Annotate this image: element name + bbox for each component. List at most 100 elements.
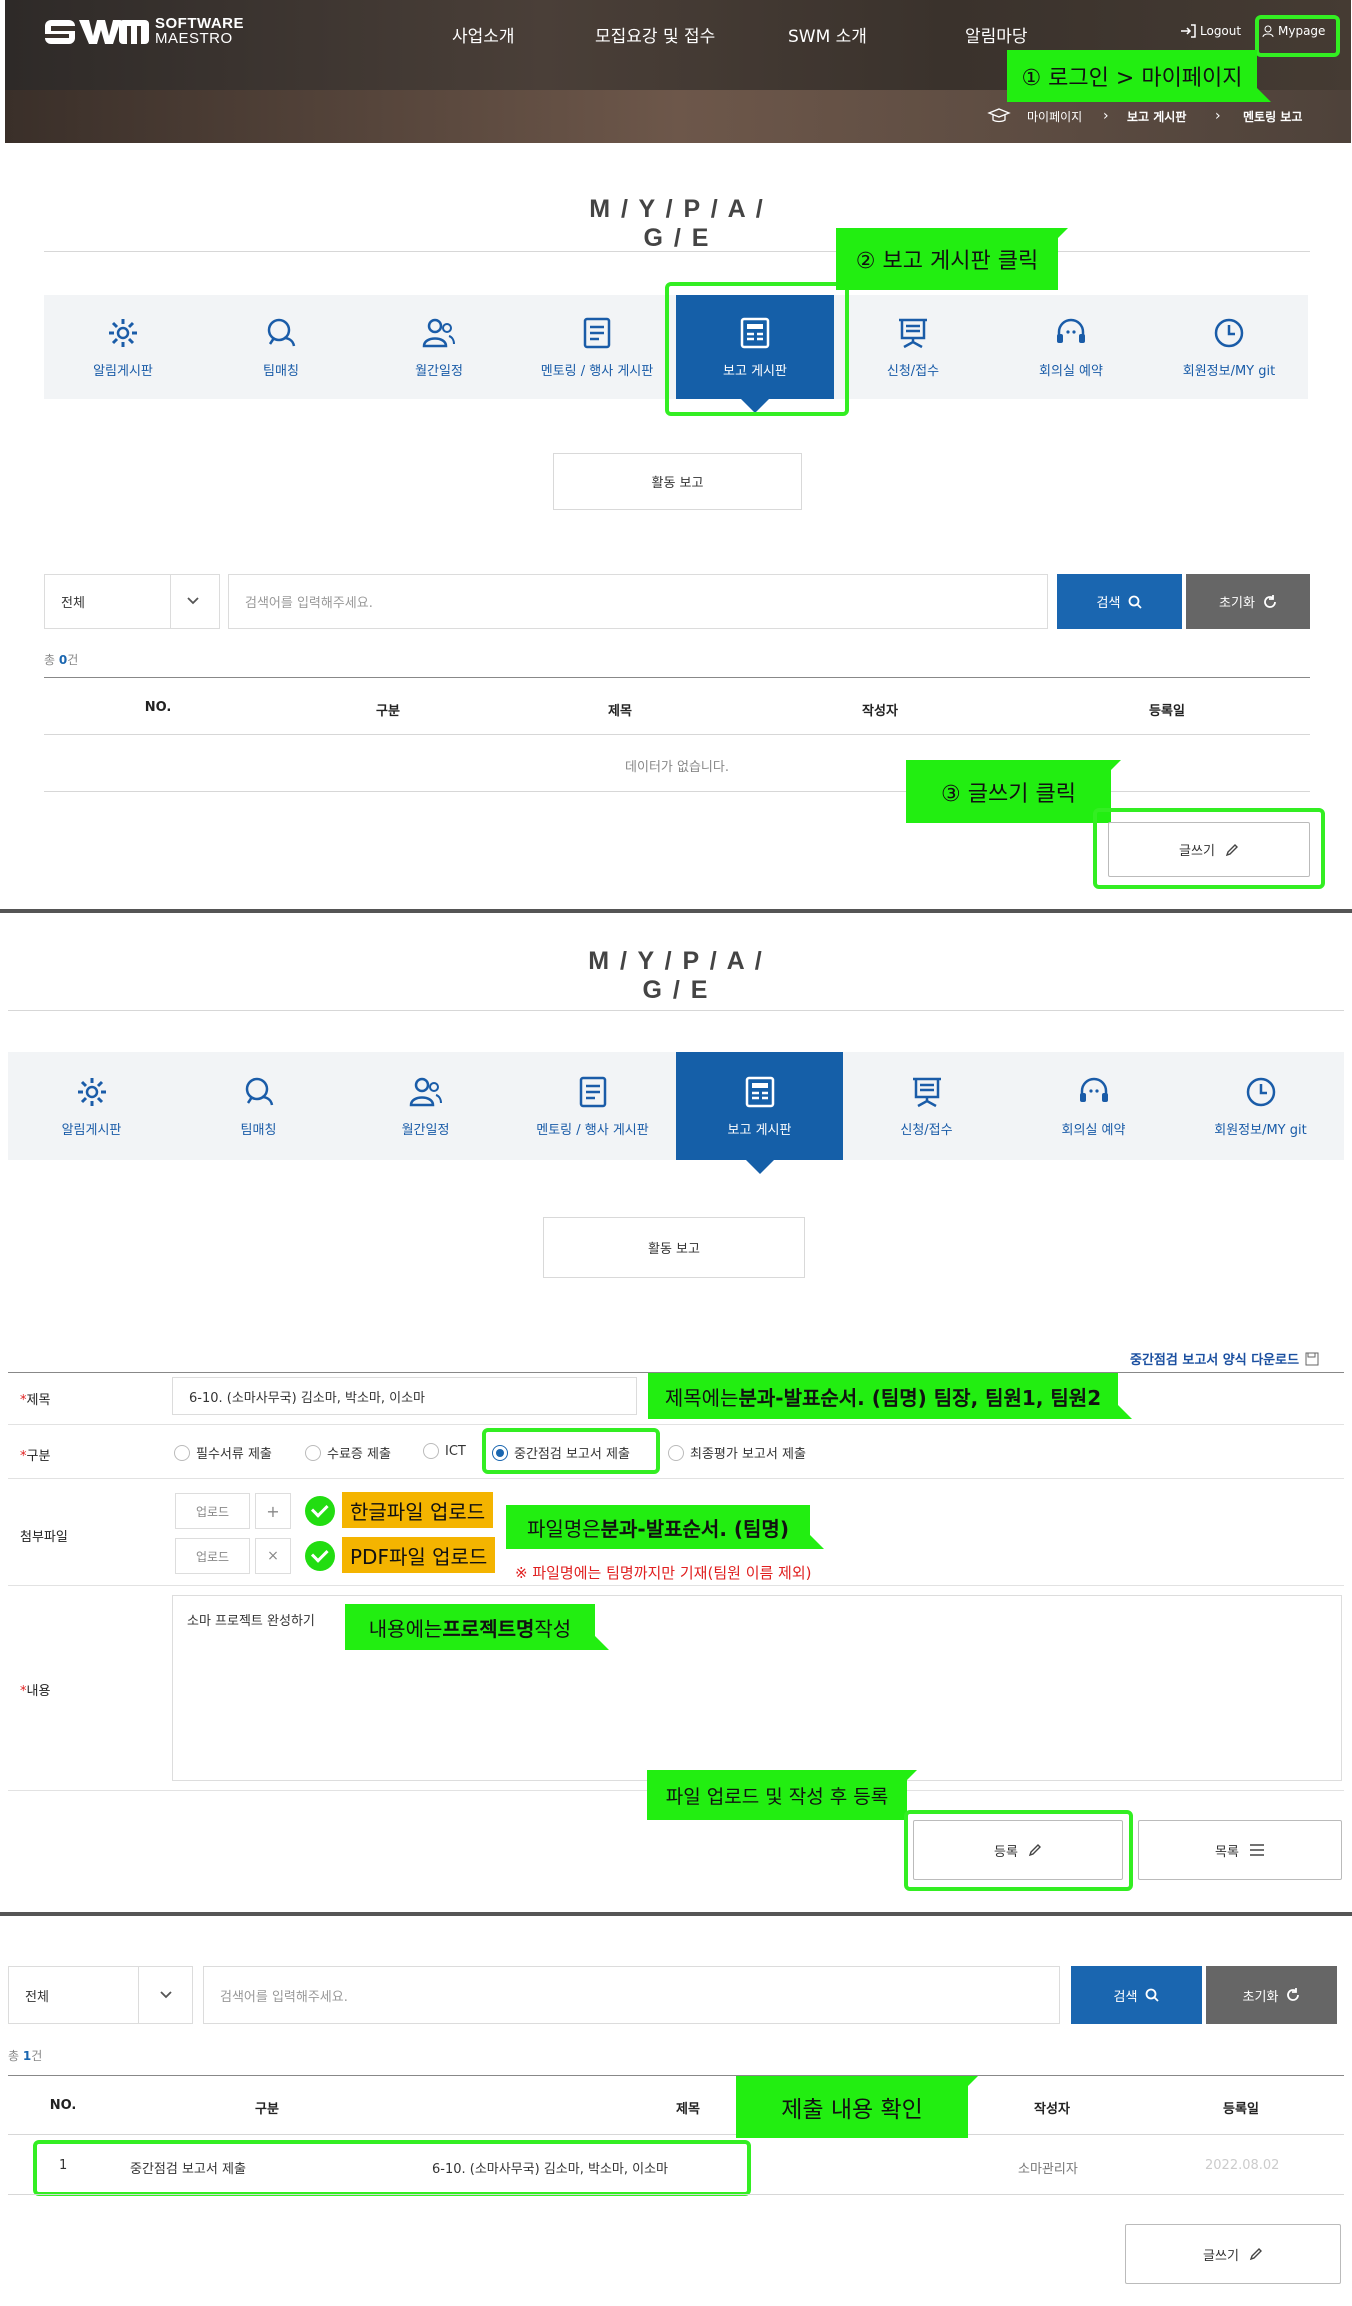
chevron-down-icon [187,597,199,605]
nav-notice[interactable]: 알림마당 [965,22,1028,47]
table1-bottom-border [44,791,1310,792]
graduation-cap-icon [987,108,1011,123]
tab-label: 월간일정 [401,1122,450,1138]
gear-icon [109,318,137,347]
category-select[interactable]: 전체 [8,1966,193,2024]
row-date: 2022.08.02 [1205,2158,1280,2173]
breadcrumb-report-board[interactable]: 보고 게시판 [1127,108,1186,125]
upload-button-2[interactable]: 업로드 [175,1538,250,1574]
category-select[interactable]: 전체 [44,574,220,629]
tab-mentoring-board[interactable]: 멘토링 / 행사 게시판 [518,295,676,399]
content-note-bold: 프로젝트명 [442,1616,535,1641]
tab-member-info[interactable]: 회원정보/MY git [1150,295,1308,399]
tab-member-info[interactable]: 회원정보/MY git [1177,1052,1344,1160]
col-title: 제목 [608,704,632,719]
swm-logo-icon[interactable] [45,16,149,48]
row-author: 소마관리자 [1018,2162,1078,2177]
breadcrumb-mypage[interactable]: 마이페이지 [1027,108,1082,125]
mypage-title: M / Y / P / A / G / E [589,195,765,252]
search-input[interactable]: 검색어를 입력해주세요. [228,574,1048,629]
file-name-warning: ※ 파일명에는 팀명까지만 기재(팀원 이름 제외) [515,1564,812,1582]
tab-application[interactable]: 신청/접수 [843,1052,1010,1160]
report-tab-highlight [665,282,849,416]
write-button-label: 글쓰기 [1203,2248,1239,2264]
download-link-label: 중간점검 보고서 양식 다운로드 [1130,1353,1300,1368]
file-name-annotation: 파일명은 분과-발표순서. (팀명) [506,1505,824,1549]
reset-button[interactable]: 초기화 [1186,574,1310,629]
select-value: 전체 [25,1989,49,2005]
search-button[interactable]: 검색 [1071,1966,1202,2024]
tab-label: 알림게시판 [93,363,153,379]
tab-label: 멘토링 / 행사 게시판 [540,363,654,379]
file-note-bold: 분과-발표순서. (팀명) [600,1516,789,1541]
tab-meeting-room[interactable]: 회의실 예약 [1010,1052,1177,1160]
tab-team-matching[interactable]: 팀매칭 [202,295,360,399]
title-divider [44,251,1310,252]
headset-icon [1057,318,1085,343]
tab-meeting-room[interactable]: 회의실 예약 [992,295,1150,399]
tab-label: 월간일정 [415,363,463,379]
empty-message: 데이터가 없습니다. [625,760,729,775]
search-input[interactable]: 검색어를 입력해주세요. [203,1966,1060,2024]
logout-link[interactable]: Logout [1180,24,1241,38]
clock-icon [1214,318,1244,347]
mypage-highlight [1255,15,1340,57]
col-author: 작성자 [1034,2102,1070,2117]
table1-top-border [44,677,1310,678]
nav-recruit[interactable]: 모집요강 및 접수 [595,22,715,47]
logo-text: SOFTWARE MAESTRO [155,16,244,46]
upload-button-1[interactable]: 업로드 [175,1493,250,1529]
mypage-title: M / Y / P / A / G / E [588,947,764,1004]
write-button[interactable]: 글쓰기 [1125,2224,1341,2284]
tab-notice-board[interactable]: 알림게시판 [44,295,202,399]
reset-button-label: 초기화 [1242,1989,1279,2005]
title-note-bold: 분과-발표순서. (팀명) 팀장, 팀원1, 팀원2 [738,1385,1102,1410]
nav-business[interactable]: 사업소개 [452,22,515,47]
radio-final-report[interactable]: 최종평가 보고서 제출 [668,1443,806,1462]
col-author: 작성자 [862,704,898,719]
select-divider [138,1967,139,2023]
tab-mentoring-board[interactable]: 멘토링 / 행사 게시판 [509,1052,676,1160]
template-download-link[interactable]: 중간점검 보고서 양식 다운로드 [1130,1349,1319,1368]
reset-button-label: 초기화 [1219,596,1255,611]
tab-label: 신청/접수 [900,1122,953,1138]
tab-team-matching[interactable]: 팀매칭 [175,1052,342,1160]
presentation-board-icon [912,1077,941,1107]
breadcrumb-mentoring-report[interactable]: 멘토링 보고 [1243,108,1302,125]
row-divider [8,1478,1344,1479]
step2-annotation: ② 보고 게시판 클릭 [836,228,1068,290]
title-input[interactable]: 6-10. (소마사무국) 김소마, 박소마, 이소마 [172,1377,637,1415]
reset-button[interactable]: 초기화 [1206,1966,1337,2024]
list-button-label: 목록 [1215,1844,1239,1860]
presentation-board-icon [899,318,927,348]
tab-notice-board[interactable]: 알림게시판 [8,1052,175,1160]
refresh-icon [1287,1988,1300,2001]
users-icon [422,318,455,347]
sub-tab-activity-report[interactable]: 활동 보고 [543,1217,805,1278]
sub-tab-activity-report[interactable]: 활동 보고 [553,453,802,510]
search-button[interactable]: 검색 [1057,574,1182,629]
section-separator-2 [0,1912,1352,1916]
nav-swm-intro[interactable]: SWM 소개 [788,22,867,47]
tab-report-board[interactable]: 보고 게시판 [676,1052,843,1174]
search-icon [1129,595,1143,609]
search-button-label: 검색 [1096,596,1121,611]
tab-label: 신청/접수 [886,363,940,379]
content-note-annotation: 내용에는 프로젝트명 작성 [345,1604,609,1650]
add-file-icon[interactable]: + [255,1493,291,1529]
tab-monthly-schedule[interactable]: 월간일정 [360,295,518,399]
list-button[interactable]: 목록 [1138,1820,1342,1880]
search-icon [1146,1988,1160,2002]
total-count-1: 총 0건 [44,653,79,667]
pencil-icon [1249,2248,1262,2261]
category-field-label: *구분 [20,1449,51,1464]
radio-required-docs[interactable]: 필수서류 제출 [174,1443,272,1462]
radio-dot [174,1444,190,1461]
remove-file-icon[interactable]: × [255,1538,291,1574]
tab-monthly-schedule[interactable]: 월간일정 [342,1052,509,1160]
radio-ict[interactable]: ICT [423,1443,466,1459]
users-icon [409,1077,442,1106]
tab-label: 알림게시판 [61,1122,122,1138]
tab-application[interactable]: 신청/접수 [834,295,992,399]
radio-certificate[interactable]: 수료증 제출 [305,1443,391,1462]
